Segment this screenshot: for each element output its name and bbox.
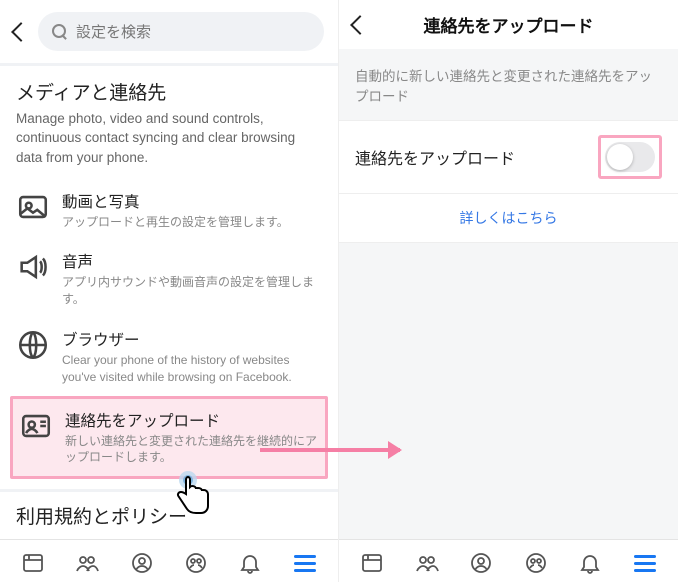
settings-list: 動画と写真 アップロードと再生の設定を管理します。 音声 アプリ内サウンドや動画… bbox=[0, 174, 338, 490]
section-header: メディアと連絡先 Manage photo, video and sound c… bbox=[0, 66, 338, 174]
row-subtitle: アプリ内サウンドや動画音声の設定を管理します。 bbox=[62, 274, 322, 308]
header: 連絡先をアップロード bbox=[339, 0, 678, 49]
tab-notifications[interactable] bbox=[237, 550, 263, 576]
menu-icon bbox=[634, 555, 656, 572]
menu-icon bbox=[294, 555, 316, 572]
tab-bar bbox=[339, 539, 678, 582]
photo-icon bbox=[16, 190, 50, 224]
upload-contacts-pane: 連絡先をアップロード 自動的に新しい連絡先と変更された連絡先をアップロード 連絡… bbox=[339, 0, 678, 582]
highlight-box bbox=[598, 135, 662, 179]
learn-more-link[interactable]: 詳しくはこちら bbox=[339, 194, 678, 243]
speaker-icon bbox=[16, 250, 50, 284]
settings-row-audio[interactable]: 音声 アプリ内サウンドや動画音声の設定を管理します。 bbox=[10, 240, 328, 318]
search-icon bbox=[52, 24, 68, 40]
back-icon[interactable] bbox=[350, 15, 370, 35]
toggle-label: 連絡先をアップロード bbox=[355, 145, 515, 169]
tab-friends[interactable] bbox=[74, 550, 100, 576]
row-subtitle: Clear your phone of the history of websi… bbox=[62, 352, 322, 386]
tab-feed[interactable] bbox=[359, 550, 385, 576]
tab-profile[interactable] bbox=[468, 550, 494, 576]
upload-contacts-toggle[interactable] bbox=[605, 142, 655, 172]
info-text: 自動的に新しい連絡先と変更された連絡先をアップロード bbox=[339, 49, 678, 120]
tab-menu[interactable] bbox=[292, 550, 318, 576]
back-icon[interactable] bbox=[11, 22, 31, 42]
section-title: メディアと連絡先 bbox=[16, 78, 322, 105]
tab-bar bbox=[0, 539, 338, 582]
tab-profile[interactable] bbox=[129, 550, 155, 576]
globe-icon bbox=[16, 328, 50, 362]
tab-groups[interactable] bbox=[183, 550, 209, 576]
annotation-arrow bbox=[260, 448, 400, 452]
header: 設定を検索 bbox=[0, 0, 338, 63]
tab-notifications[interactable] bbox=[577, 550, 603, 576]
row-title: 音声 bbox=[62, 250, 322, 272]
page-title: 連絡先をアップロード bbox=[377, 12, 640, 37]
settings-row-video-photo[interactable]: 動画と写真 アップロードと再生の設定を管理します。 bbox=[10, 180, 328, 241]
contact-card-icon bbox=[19, 409, 53, 443]
tab-feed[interactable] bbox=[20, 550, 46, 576]
tab-menu[interactable] bbox=[632, 550, 658, 576]
search-input[interactable]: 設定を検索 bbox=[38, 12, 324, 51]
tab-groups[interactable] bbox=[523, 550, 549, 576]
annotation-pointer-icon bbox=[168, 470, 214, 529]
upload-contacts-toggle-row: 連絡先をアップロード bbox=[339, 120, 678, 194]
search-placeholder: 設定を検索 bbox=[76, 21, 151, 42]
row-title: 動画と写真 bbox=[62, 190, 322, 212]
row-title: ブラウザー bbox=[62, 328, 322, 350]
row-title: 連絡先をアップロード bbox=[65, 409, 319, 431]
empty-area bbox=[339, 243, 678, 540]
section-subtitle: Manage photo, video and sound controls, … bbox=[16, 109, 322, 168]
settings-row-upload-contacts[interactable]: 連絡先をアップロード 新しい連絡先と変更された連絡先を継続的にアップロードします… bbox=[10, 396, 328, 480]
row-subtitle: アップロードと再生の設定を管理します。 bbox=[62, 214, 322, 231]
tab-friends[interactable] bbox=[414, 550, 440, 576]
settings-row-browser[interactable]: ブラウザー Clear your phone of the history of… bbox=[10, 318, 328, 396]
